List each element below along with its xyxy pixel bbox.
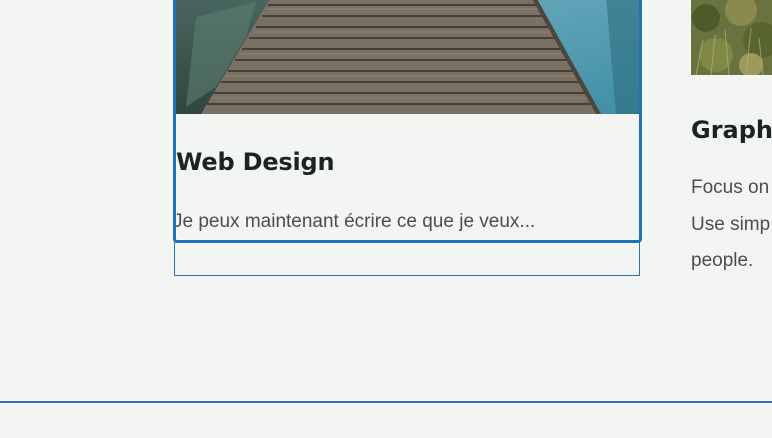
boardwalk-image[interactable]	[176, 0, 639, 114]
card-title[interactable]: Graphi	[691, 116, 772, 144]
card-excerpt: Je peux maintenant écrire ce que je veux…	[173, 211, 536, 232]
card-excerpt-line: Focus on	[691, 177, 770, 198]
web-design-card[interactable]: Web Design Je peux maintenant écrire ce …	[173, 0, 642, 243]
section-divider	[0, 401, 772, 403]
graphic-design-card[interactable]: Graphi Focus on Use simp people.	[691, 0, 772, 290]
grass-field-image[interactable]	[691, 0, 772, 75]
card-excerpt-line: Use simp	[691, 214, 771, 235]
card-excerpt-line: people.	[691, 250, 754, 271]
card-title[interactable]: Web Design	[176, 148, 335, 176]
